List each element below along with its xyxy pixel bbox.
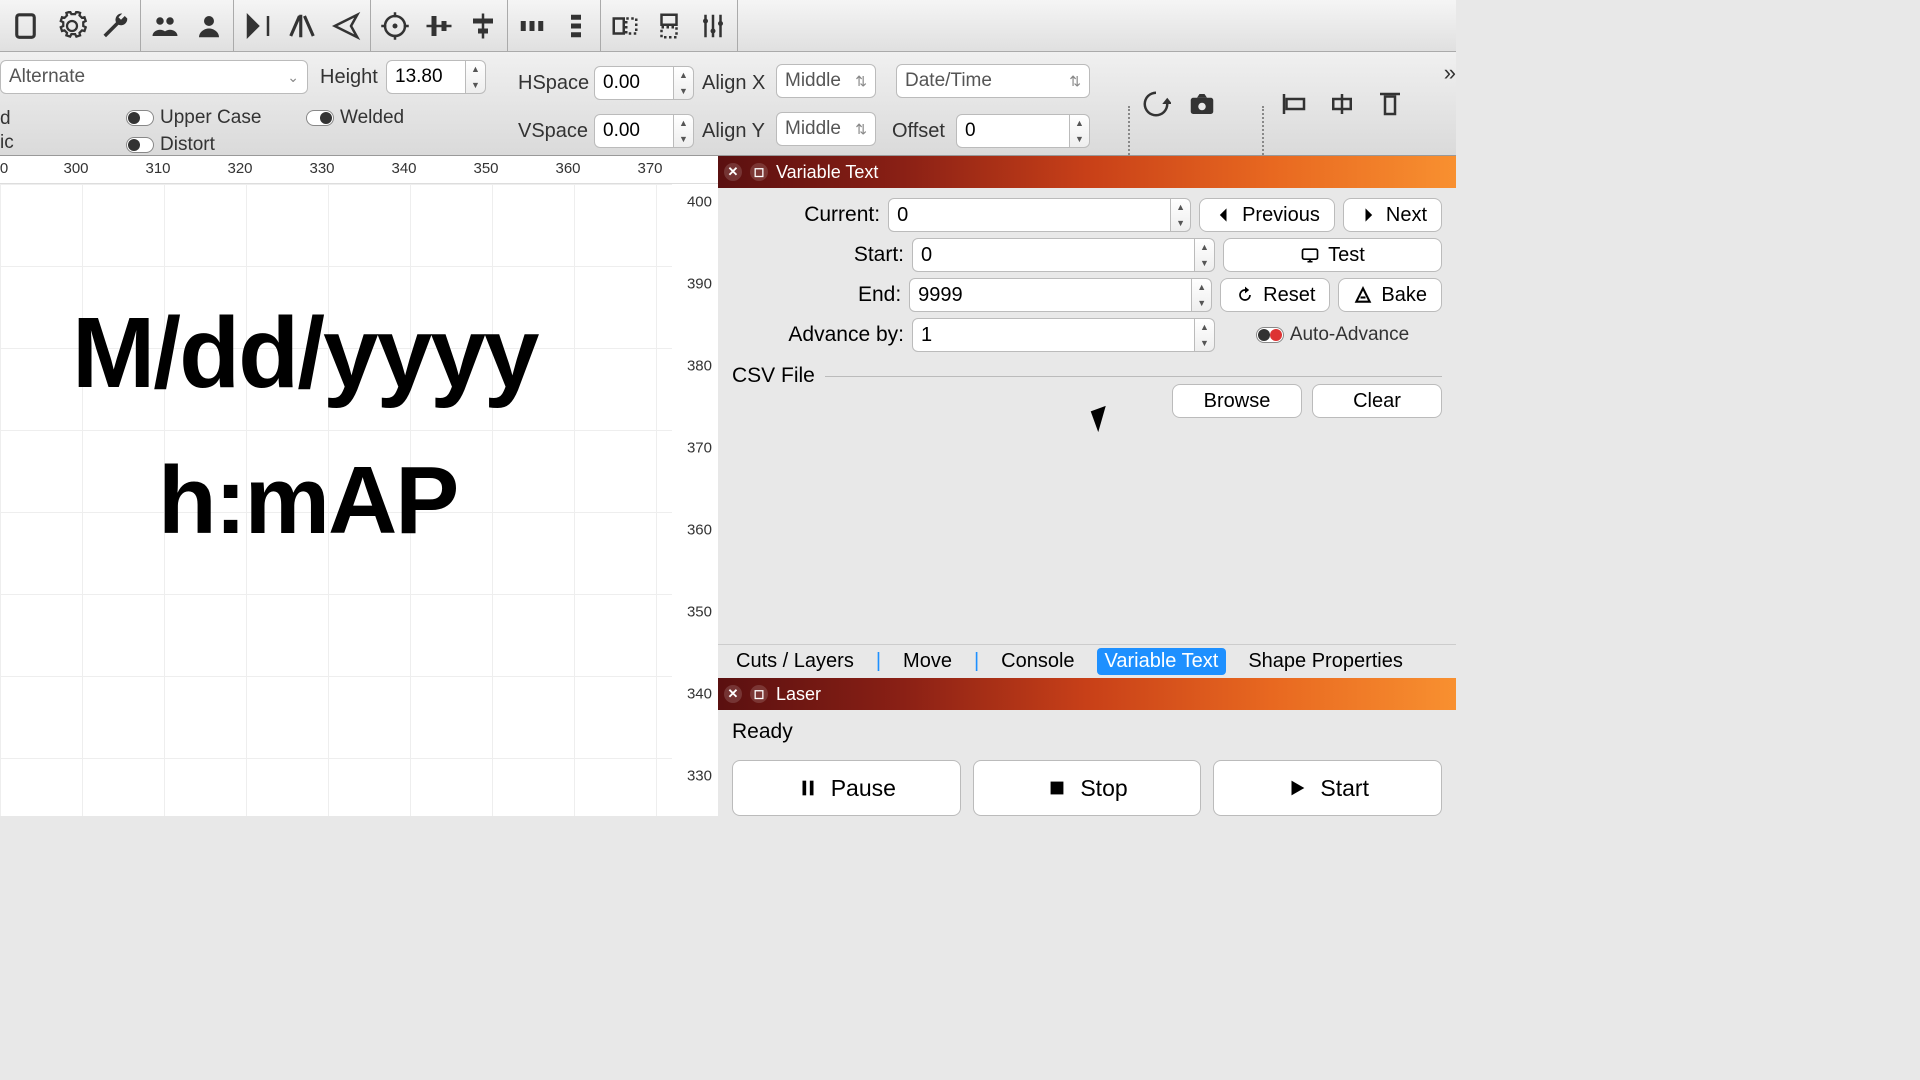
updown-icon: ⇅ bbox=[855, 121, 867, 138]
flip-h-icon[interactable] bbox=[242, 10, 274, 42]
panel-tabs: Cuts / Layers | Move | Console Variable … bbox=[718, 644, 1456, 678]
start-label: Start: bbox=[732, 243, 904, 267]
vspace-spinner[interactable]: ▲▼ bbox=[674, 114, 694, 148]
current-spinner[interactable]: ▲▼ bbox=[1171, 198, 1191, 232]
variable-text-panel: Current: ▲▼ Previous Next Start: ▲▼ Test… bbox=[718, 188, 1456, 644]
device-icon[interactable] bbox=[12, 10, 44, 42]
hspace-input[interactable] bbox=[594, 66, 674, 100]
clear-button[interactable]: Clear bbox=[1312, 384, 1442, 418]
end-input[interactable] bbox=[909, 278, 1192, 312]
send-icon[interactable] bbox=[330, 10, 362, 42]
reset-button[interactable]: Reset bbox=[1220, 278, 1330, 312]
alignx-dropdown[interactable]: Middle⇅ bbox=[776, 64, 876, 98]
offset-spinner[interactable]: ▲▼ bbox=[1070, 114, 1090, 148]
bake-button[interactable]: Bake bbox=[1338, 278, 1442, 312]
align-v-icon[interactable] bbox=[423, 10, 455, 42]
advance-label: Advance by: bbox=[732, 323, 904, 347]
tab-shape-properties[interactable]: Shape Properties bbox=[1240, 648, 1411, 675]
ruler-vertical: 400 390 380 370 360 350 340 330 bbox=[672, 184, 718, 816]
same-height-icon[interactable] bbox=[653, 10, 685, 42]
user-icon[interactable] bbox=[193, 10, 225, 42]
end-label: End: bbox=[732, 283, 901, 307]
dist-v-icon[interactable] bbox=[560, 10, 592, 42]
laser-status: Ready bbox=[732, 720, 1442, 744]
height-spinner[interactable]: ▲▼ bbox=[466, 60, 486, 94]
panel-title: Laser bbox=[776, 684, 821, 705]
start-button[interactable]: Start bbox=[1213, 760, 1442, 816]
browse-button[interactable]: Browse bbox=[1172, 384, 1302, 418]
top-toolbar bbox=[0, 0, 1456, 52]
height-input[interactable] bbox=[386, 60, 466, 94]
tab-cuts-layers[interactable]: Cuts / Layers bbox=[728, 648, 862, 675]
panel-title: Variable Text bbox=[776, 162, 878, 183]
align-center-icon[interactable] bbox=[1326, 88, 1358, 120]
tab-console[interactable]: Console bbox=[993, 648, 1082, 675]
tab-variable-text[interactable]: Variable Text bbox=[1097, 648, 1227, 675]
csv-file-label: CSV File bbox=[732, 364, 815, 388]
welded-toggle[interactable]: Welded bbox=[306, 107, 404, 129]
start-input[interactable] bbox=[912, 238, 1195, 272]
advance-input[interactable] bbox=[912, 318, 1195, 352]
sliders-icon[interactable] bbox=[697, 10, 729, 42]
group-icon[interactable] bbox=[149, 10, 181, 42]
align-left-icon[interactable] bbox=[1278, 88, 1310, 120]
close-icon[interactable]: ✕ bbox=[724, 685, 742, 703]
current-label: Current: bbox=[732, 203, 880, 227]
same-width-icon[interactable] bbox=[609, 10, 641, 42]
advance-spinner[interactable]: ▲▼ bbox=[1195, 318, 1215, 352]
undock-icon[interactable]: ◻ bbox=[750, 163, 768, 181]
offset-input[interactable] bbox=[956, 114, 1070, 148]
updown-icon: ⇅ bbox=[855, 73, 867, 90]
uppercase-toggle[interactable]: Upper Case bbox=[126, 107, 261, 129]
test-button[interactable]: Test bbox=[1223, 238, 1442, 272]
variable-text-panel-header: ✕ ◻ Variable Text bbox=[718, 156, 1456, 188]
laser-panel-header: ✕ ◻ Laser bbox=[718, 678, 1456, 710]
vspace-input[interactable] bbox=[594, 114, 674, 148]
undock-icon[interactable]: ◻ bbox=[750, 685, 768, 703]
canvas[interactable]: 0 300 310 320 330 340 350 360 370 400 39… bbox=[0, 156, 718, 816]
next-button[interactable]: Next bbox=[1343, 198, 1442, 232]
hspace-label: HSpace bbox=[518, 72, 589, 95]
pause-button[interactable]: Pause bbox=[732, 760, 961, 816]
updown-icon: ⇅ bbox=[1069, 73, 1081, 90]
close-icon[interactable]: ✕ bbox=[724, 163, 742, 181]
target-icon[interactable] bbox=[379, 10, 411, 42]
aligny-dropdown[interactable]: Middle⇅ bbox=[776, 112, 876, 146]
end-spinner[interactable]: ▲▼ bbox=[1192, 278, 1212, 312]
chevron-down-icon: ⌄ bbox=[287, 69, 299, 86]
canvas-text-line2[interactable]: h:mAP bbox=[158, 446, 457, 556]
font-dropdown-value: Alternate bbox=[9, 66, 85, 88]
distort-toggle[interactable]: Distort bbox=[126, 134, 215, 156]
align-top-icon[interactable] bbox=[1374, 88, 1406, 120]
vspace-label: VSpace bbox=[518, 120, 588, 143]
stop-button[interactable]: Stop bbox=[973, 760, 1202, 816]
tab-move[interactable]: Move bbox=[895, 648, 960, 675]
offset-label: Offset bbox=[892, 120, 945, 143]
aligny-label: Align Y bbox=[702, 120, 765, 143]
align-h-icon[interactable] bbox=[467, 10, 499, 42]
canvas-text-line1[interactable]: M/dd/yyyy bbox=[72, 296, 538, 411]
overflow-icon[interactable]: » bbox=[1444, 60, 1456, 86]
current-input[interactable] bbox=[888, 198, 1171, 232]
mode-dropdown[interactable]: Date/Time⇅ bbox=[896, 64, 1090, 98]
auto-advance-toggle[interactable]: Auto-Advance bbox=[1256, 324, 1409, 346]
dist-h-icon[interactable] bbox=[516, 10, 548, 42]
truncated-label: ic bbox=[0, 132, 14, 154]
refresh-icon[interactable] bbox=[1140, 88, 1172, 120]
wrench-icon[interactable] bbox=[100, 10, 132, 42]
laser-panel: Ready Pause Stop Start bbox=[718, 710, 1456, 816]
mirror-icon[interactable] bbox=[286, 10, 318, 42]
gear-icon[interactable] bbox=[56, 10, 88, 42]
start-spinner[interactable]: ▲▼ bbox=[1195, 238, 1215, 272]
hspace-spinner[interactable]: ▲▼ bbox=[674, 66, 694, 100]
camera-icon[interactable] bbox=[1186, 88, 1218, 120]
alignx-label: Align X bbox=[702, 72, 765, 95]
height-label: Height bbox=[320, 66, 378, 89]
properties-bar: d ic Alternate ⌄ Upper Case Distort Weld… bbox=[0, 52, 1456, 156]
ruler-horizontal: 0 300 310 320 330 340 350 360 370 bbox=[0, 156, 718, 184]
truncated-label: d bbox=[0, 108, 11, 130]
previous-button[interactable]: Previous bbox=[1199, 198, 1335, 232]
font-dropdown[interactable]: Alternate ⌄ bbox=[0, 60, 308, 94]
